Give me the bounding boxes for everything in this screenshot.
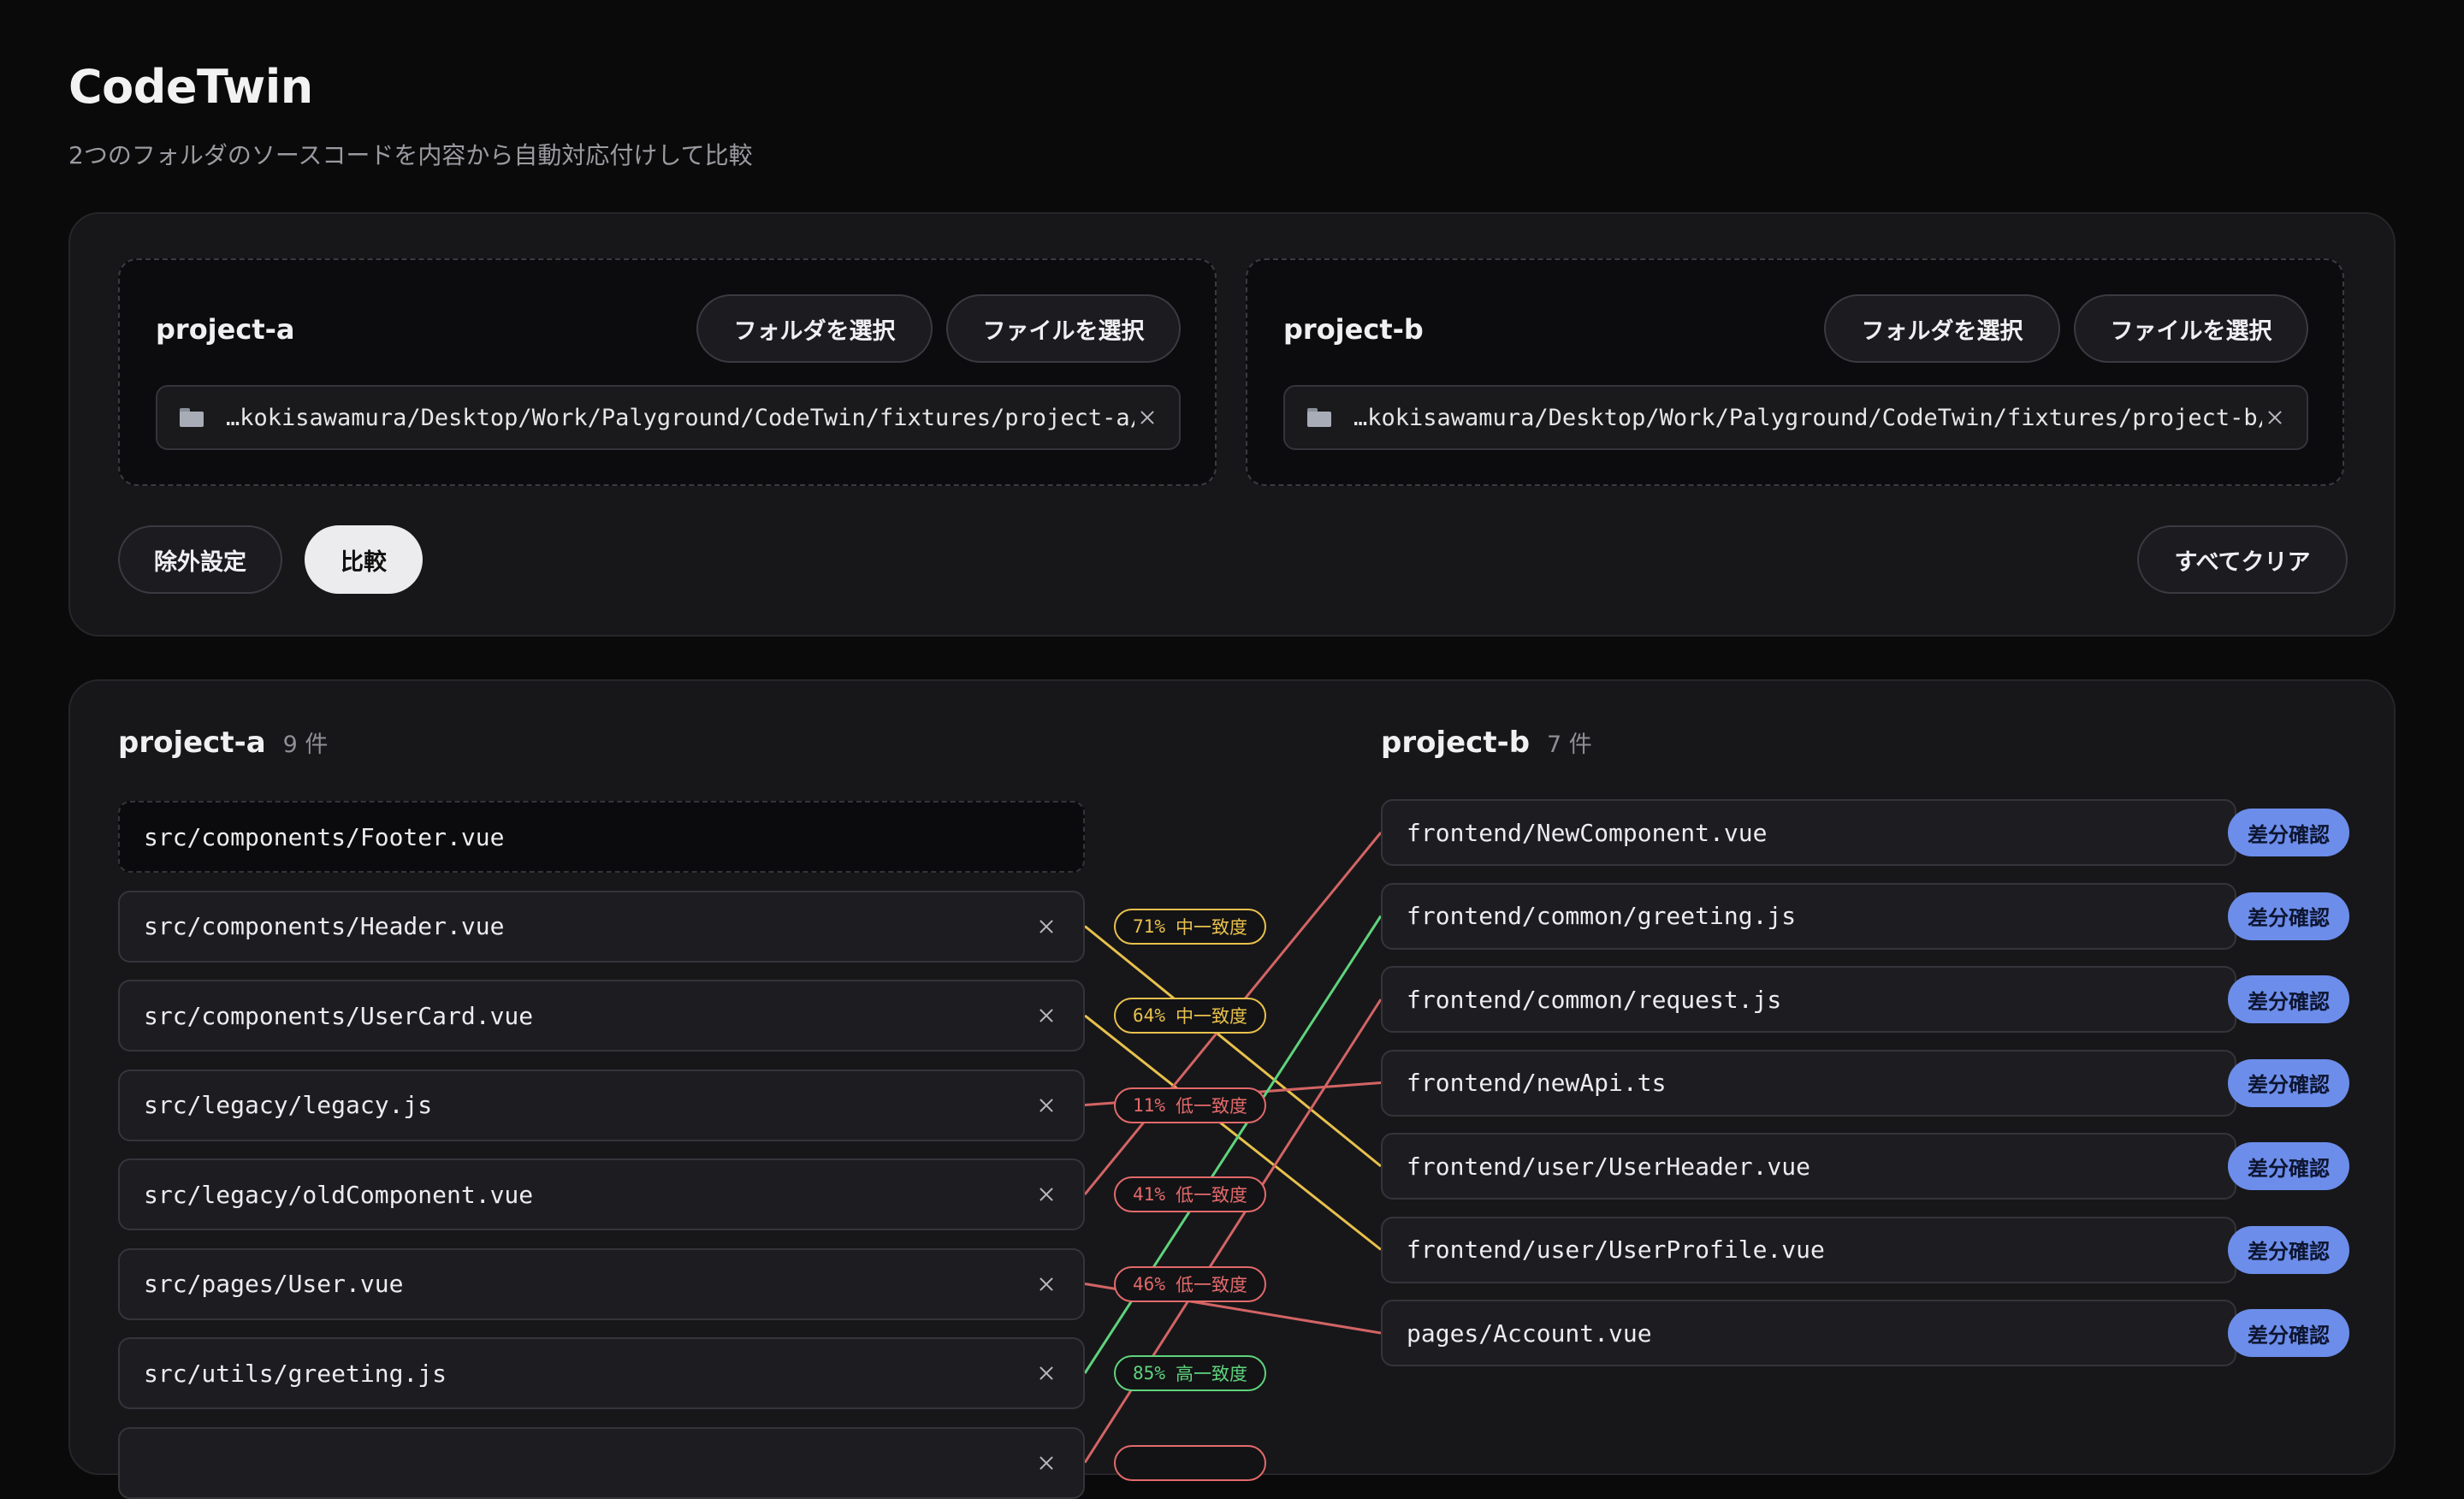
file-path: src/components/Header.vue	[144, 912, 505, 940]
unlink-icon[interactable]	[1034, 1360, 1059, 1386]
drop-zone-label: project-a	[156, 313, 295, 346]
diff-check-button[interactable]: 差分確認	[2228, 975, 2349, 1023]
exclude-settings-button[interactable]: 除外設定	[118, 525, 282, 594]
similarity-percent: 64%	[1133, 1005, 1165, 1026]
select-folder-button[interactable]: フォルダを選択	[696, 294, 933, 363]
file-path: frontend/common/request.js	[1407, 985, 1782, 1014]
match-line	[1083, 915, 1383, 1374]
file-row-a[interactable]: src/pages/User.vue	[118, 1247, 1085, 1320]
unlink-icon[interactable]	[1034, 1450, 1059, 1476]
drop-zone-label: project-b	[1283, 313, 1424, 346]
file-row-a[interactable]: src/legacy/legacy.js	[118, 1069, 1085, 1141]
diff-check-button[interactable]: 差分確認	[2228, 1225, 2349, 1274]
similarity-badge: 64% 中一致度	[1114, 998, 1266, 1034]
compare-button[interactable]: 比較	[305, 525, 423, 594]
similarity-badge: 85% 高一致度	[1114, 1355, 1266, 1391]
file-row-b[interactable]: frontend/common/greeting.js	[1381, 882, 2236, 950]
file-path: frontend/newApi.ts	[1407, 1069, 1667, 1097]
similarity-percent: 46%	[1133, 1273, 1165, 1295]
file-path: frontend/user/UserProfile.vue	[1407, 1235, 1825, 1264]
app-subtitle: 2つのフォルダのソースコードを内容から自動対応付けして比較	[68, 141, 753, 169]
file-row-b[interactable]: frontend/newApi.ts	[1381, 1049, 2236, 1117]
select-folder-button[interactable]: フォルダを選択	[1824, 294, 2060, 363]
file-path: src/components/Footer.vue	[144, 822, 505, 851]
file-row-b[interactable]: frontend/common/request.js	[1381, 966, 2236, 1033]
unlink-icon[interactable]	[1034, 1182, 1059, 1207]
file-row-a[interactable]: src/legacy/oldComponent.vue	[118, 1158, 1085, 1230]
file-path: frontend/common/greeting.js	[1407, 902, 1797, 930]
path-field: …kokisawamura/Desktop/Work/Palyground/Co…	[1283, 385, 2308, 450]
select-file-button[interactable]: ファイルを選択	[946, 294, 1181, 363]
diff-check-button[interactable]: 差分確認	[2228, 892, 2349, 940]
file-path: frontend/NewComponent.vue	[1407, 818, 1768, 847]
file-row-b[interactable]: pages/Account.vue	[1381, 1300, 2236, 1366]
similarity-percent: 85%	[1133, 1363, 1165, 1383]
similarity-level: 中一致度	[1175, 1006, 1247, 1027]
file-row-a[interactable]: src/components/Footer.vue	[118, 801, 1085, 873]
file-path: src/pages/User.vue	[144, 1270, 404, 1298]
similarity-level: 高一致度	[1175, 1364, 1247, 1384]
app-title: CodeTwin	[68, 60, 313, 114]
results-panel: project-a 9 件 project-b 7 件 src/componen…	[68, 679, 2396, 1499]
file-row-a[interactable]: src/components/UserCard.vue	[118, 980, 1085, 1052]
file-row-a[interactable]: src/components/Header.vue	[118, 890, 1085, 963]
clear-path-icon[interactable]	[2262, 405, 2288, 430]
similarity-badge: 46% 低一致度	[1114, 1265, 1266, 1302]
file-row-b[interactable]: frontend/user/UserProfile.vue	[1381, 1216, 2236, 1283]
clear-path-icon[interactable]	[1134, 405, 1160, 430]
diff-check-button[interactable]: 差分確認	[2228, 1142, 2349, 1190]
file-path: src/legacy/legacy.js	[144, 1091, 433, 1119]
diff-check-button[interactable]: 差分確認	[2228, 1058, 2349, 1107]
similarity-badge: 11% 低一致度	[1114, 1087, 1266, 1123]
similarity-level: 低一致度	[1175, 1274, 1247, 1295]
file-row-b[interactable]: frontend/NewComponent.vue	[1381, 799, 2236, 866]
similarity-badge: 41% 低一致度	[1114, 1176, 1266, 1212]
path-text: …kokisawamura/Desktop/Work/Palyground/Co…	[1353, 404, 2262, 431]
file-path: src/legacy/oldComponent.vue	[144, 1180, 534, 1209]
folder-icon	[180, 408, 204, 427]
unlink-icon[interactable]	[1034, 1271, 1059, 1297]
file-path: frontend/user/UserHeader.vue	[1407, 1152, 1811, 1181]
diff-check-button[interactable]: 差分確認	[2228, 809, 2349, 856]
similarity-percent: 41%	[1133, 1184, 1165, 1205]
path-field: …kokisawamura/Desktop/Work/Palyground/Co…	[156, 385, 1181, 450]
drop-zone-a[interactable]: project-a フォルダを選択 ファイルを選択 …kokisawamura/…	[118, 258, 1217, 486]
select-file-button[interactable]: ファイルを選択	[2074, 294, 2308, 363]
path-text: …kokisawamura/Desktop/Work/Palyground/Co…	[226, 404, 1134, 431]
file-row-a[interactable]	[118, 1426, 1085, 1499]
match-line	[1084, 1014, 1382, 1251]
similarity-percent: 11%	[1133, 1094, 1165, 1116]
input-panel: project-a フォルダを選択 ファイルを選択 …kokisawamura/…	[68, 212, 2396, 637]
unlink-icon[interactable]	[1034, 1003, 1059, 1028]
similarity-badge: 71% 中一致度	[1114, 908, 1266, 945]
file-path: pages/Account.vue	[1407, 1318, 1652, 1348]
similarity-level: 低一致度	[1175, 1185, 1247, 1206]
file-path: src/utils/greeting.js	[144, 1359, 447, 1388]
folder-icon	[1307, 408, 1331, 427]
similarity-badge	[1114, 1444, 1266, 1481]
file-path: src/components/UserCard.vue	[144, 1001, 534, 1030]
drop-zone-b[interactable]: project-b フォルダを選択 ファイルを選択 …kokisawamura/…	[1246, 258, 2344, 486]
file-row-b[interactable]: frontend/user/UserHeader.vue	[1381, 1133, 2236, 1200]
similarity-percent: 71%	[1133, 915, 1165, 937]
similarity-level: 低一致度	[1175, 1095, 1247, 1117]
clear-all-button[interactable]: すべてクリア	[2137, 525, 2348, 594]
diff-check-button[interactable]: 差分確認	[2228, 1309, 2349, 1357]
match-line	[1083, 998, 1383, 1464]
unlink-icon[interactable]	[1034, 914, 1059, 939]
match-line	[1084, 925, 1382, 1168]
file-row-a[interactable]: src/utils/greeting.js	[118, 1337, 1085, 1409]
similarity-level: 中一致度	[1175, 916, 1247, 938]
unlink-icon[interactable]	[1034, 1093, 1059, 1118]
